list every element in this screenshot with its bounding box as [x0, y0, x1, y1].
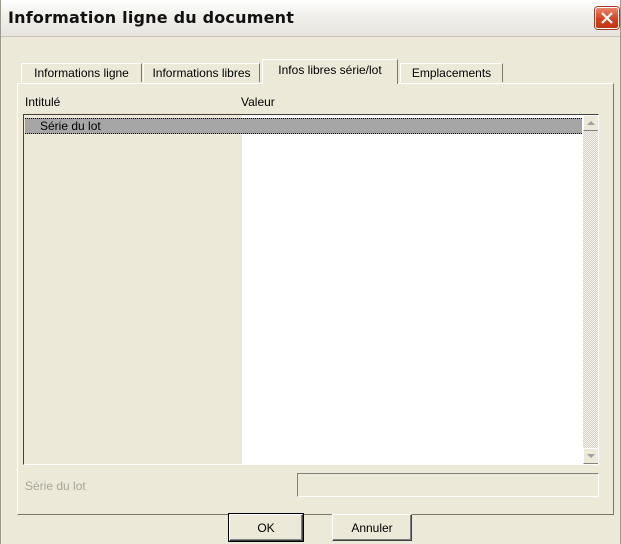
grid-row-serie-du-lot[interactable]: Série du lot — [25, 118, 582, 134]
scroll-up-button[interactable] — [583, 115, 598, 131]
tab-label: Informations ligne — [34, 66, 129, 80]
ok-button[interactable]: OK — [228, 513, 304, 542]
column-header-intitule: Intitulé — [25, 95, 61, 109]
arrow-up-icon — [587, 121, 595, 125]
cancel-button[interactable]: Annuler — [332, 514, 412, 541]
tab-strip: Informations ligne Informations libres I… — [21, 59, 606, 84]
arrow-down-icon — [587, 454, 595, 458]
properties-grid[interactable]: Série du lot — [23, 114, 599, 465]
title-bar[interactable]: Information ligne du document — [1, 0, 620, 37]
tab-label: Infos libres série/lot — [278, 63, 382, 77]
close-icon — [601, 12, 613, 24]
vertical-scrollbar[interactable] — [583, 115, 598, 464]
tab-label: Emplacements — [411, 66, 492, 80]
grid-row-label: Série du lot — [40, 119, 101, 133]
tab-label: Informations libres — [152, 66, 251, 80]
serie-du-lot-input[interactable] — [298, 474, 598, 496]
field-label-serie-du-lot: Série du lot — [25, 479, 86, 493]
close-button[interactable] — [595, 7, 619, 29]
tab-informations-libres[interactable]: Informations libres — [143, 63, 260, 82]
scroll-down-button[interactable] — [583, 448, 598, 464]
serie-du-lot-field[interactable] — [297, 473, 599, 497]
tab-infos-libres-serie-lot[interactable]: Infos libres série/lot — [262, 59, 398, 84]
tab-emplacements[interactable]: Emplacements — [400, 63, 503, 82]
grid-label-column — [24, 115, 242, 464]
window-title: Information ligne du document — [8, 8, 295, 27]
tab-informations-ligne[interactable]: Informations ligne — [21, 63, 142, 82]
column-header-valeur: Valeur — [241, 95, 275, 109]
dialog-window: Information ligne du document Informatio… — [0, 0, 621, 544]
